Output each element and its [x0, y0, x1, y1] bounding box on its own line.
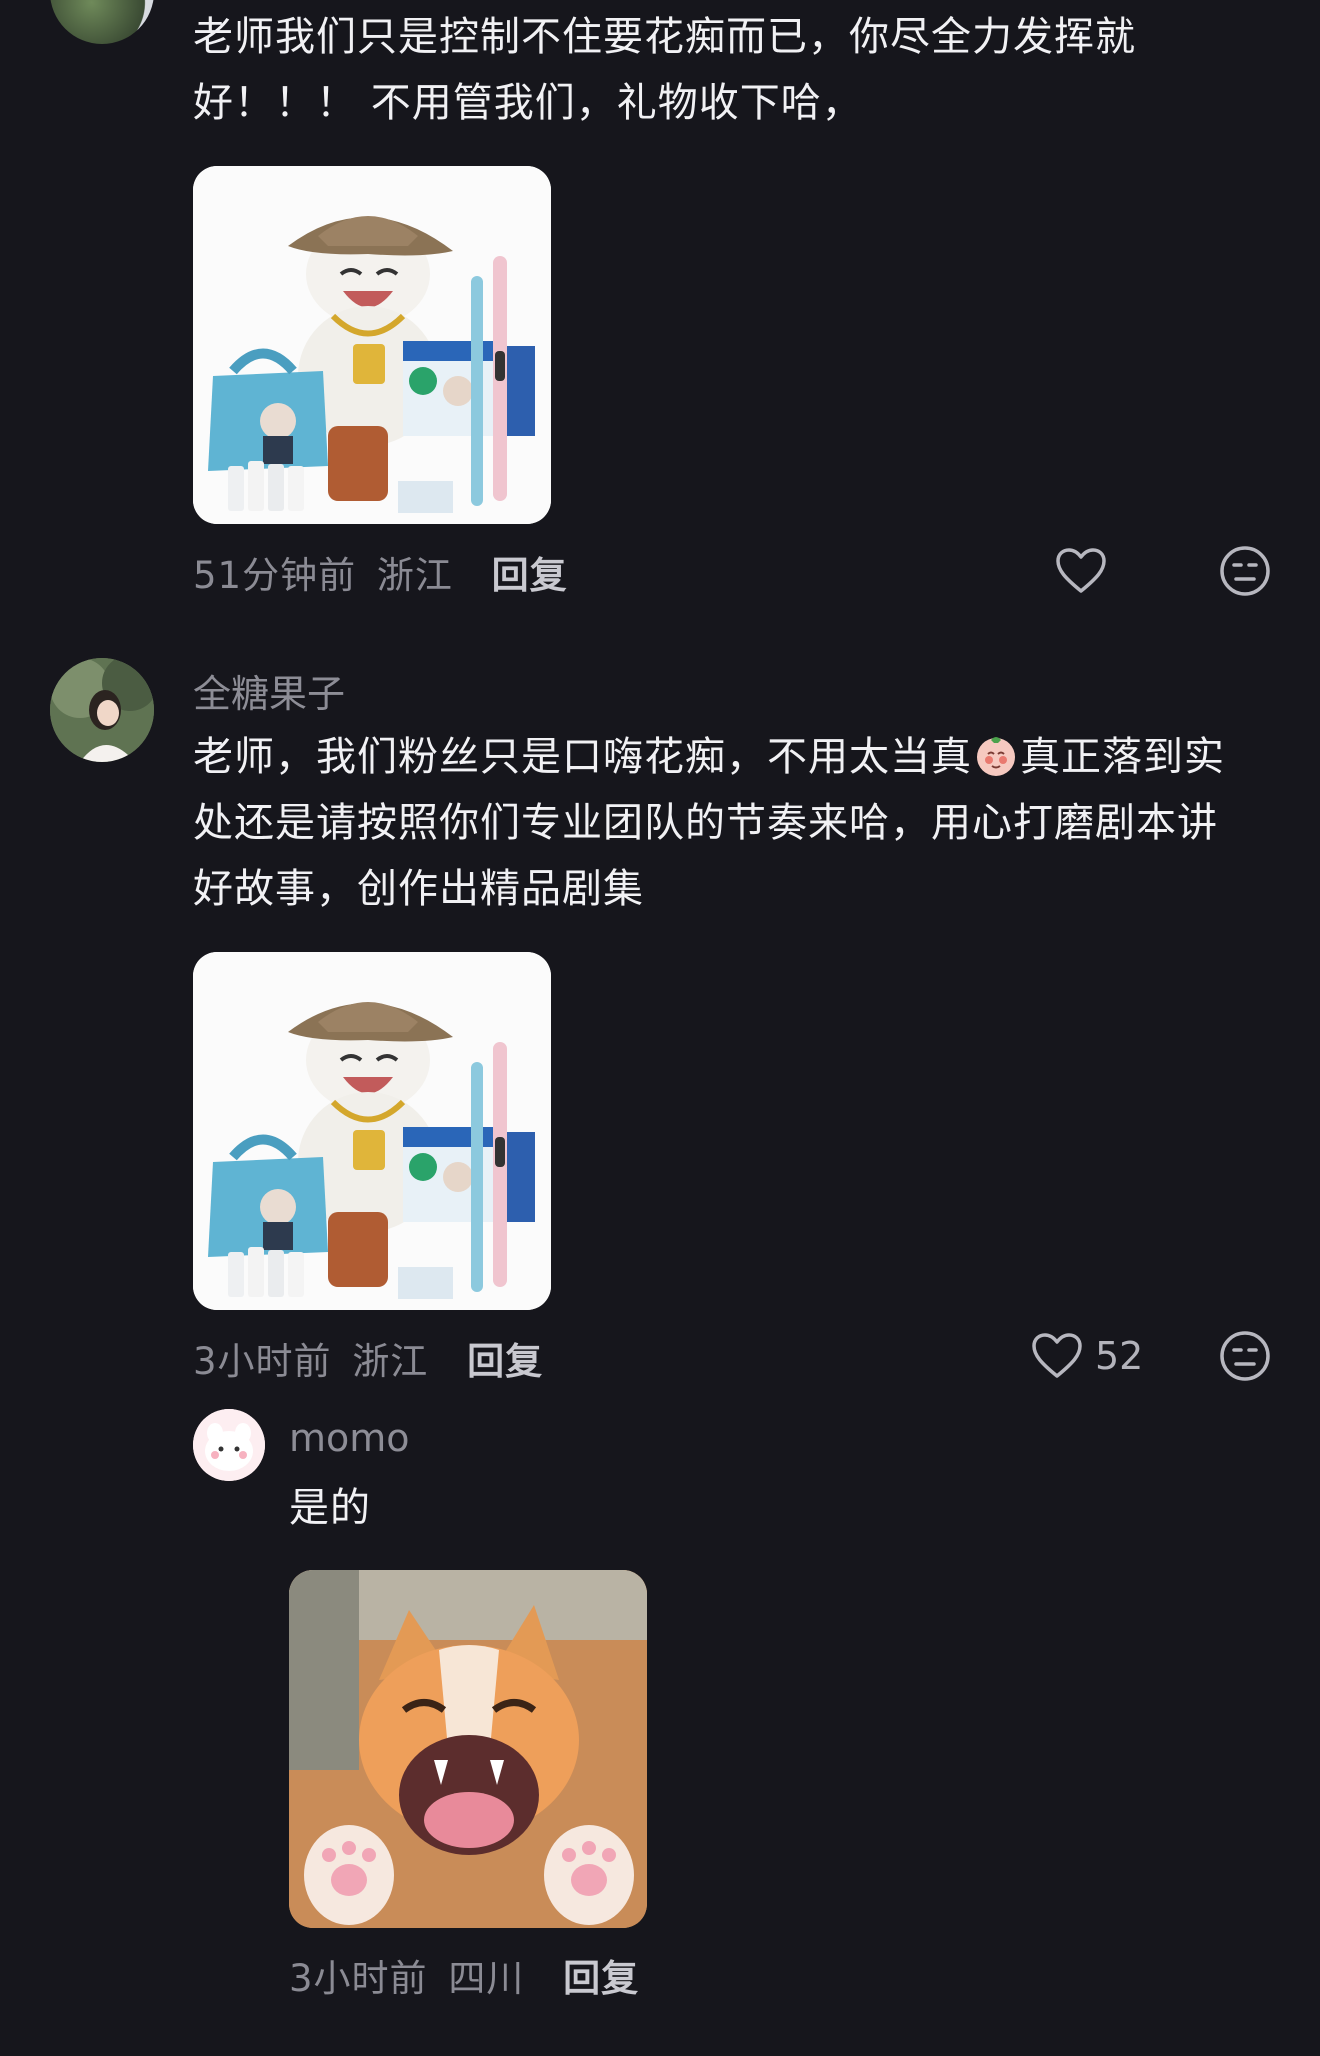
reply-image[interactable] — [289, 1570, 647, 1928]
neutral-face-icon — [1220, 1331, 1270, 1381]
reply-button[interactable]: 回复 — [563, 1957, 639, 2000]
comment-text: 老师，我们粉丝只是口嗨花痴，不用太当真 真正落到实 处还是请按照你们专业团队的节… — [193, 732, 1225, 912]
avatar[interactable] — [50, 0, 154, 44]
reply-meta: 3小时前 四川 回复 — [289, 1948, 639, 2002]
like-button[interactable]: 52 — [1031, 1328, 1143, 1384]
reply-time: 3小时前 — [289, 1957, 428, 2000]
avatar[interactable] — [193, 1409, 265, 1481]
comment-time: 51分钟前 — [193, 554, 357, 597]
comment-location: 浙江 — [352, 1340, 429, 1383]
gift-cat-illustration — [193, 166, 551, 524]
comment-image[interactable] — [193, 166, 551, 524]
like-button[interactable] — [1053, 543, 1109, 599]
like-count: 52 — [1095, 1334, 1144, 1378]
reply-location: 四川 — [448, 1957, 525, 2000]
comment-meta: 51分钟前 浙江 回复 — [193, 545, 568, 599]
reply-button[interactable]: 回复 — [492, 554, 568, 597]
dislike-button[interactable] — [1217, 1328, 1273, 1384]
username[interactable]: momo — [289, 1416, 410, 1460]
user-photo — [193, 1409, 265, 1481]
avatar[interactable] — [50, 658, 154, 762]
gift-cat-illustration — [193, 952, 551, 1310]
laughing-cat-photo — [289, 1570, 647, 1928]
comment-image[interactable] — [193, 952, 551, 1310]
comment-text: 老师我们只是控制不住要花痴而已，你尽全力发挥就 好！！！ 不用管我们，礼物收下哈… — [193, 14, 1136, 126]
comment-meta: 3小时前 浙江 回复 — [193, 1331, 543, 1385]
comment-time: 3小时前 — [193, 1340, 332, 1383]
heart-outline-icon — [1056, 548, 1106, 593]
neutral-face-icon — [1220, 546, 1270, 596]
user-photo — [50, 658, 154, 762]
heart-outline-icon — [1032, 1333, 1082, 1378]
reply-text: 是的 — [289, 1485, 371, 1531]
reply-button[interactable]: 回复 — [467, 1340, 543, 1383]
blushing-face-emoji — [973, 732, 1019, 778]
username[interactable]: 全糖果子 — [193, 663, 345, 718]
comment-location: 浙江 — [376, 554, 453, 597]
dislike-button[interactable] — [1217, 543, 1273, 599]
